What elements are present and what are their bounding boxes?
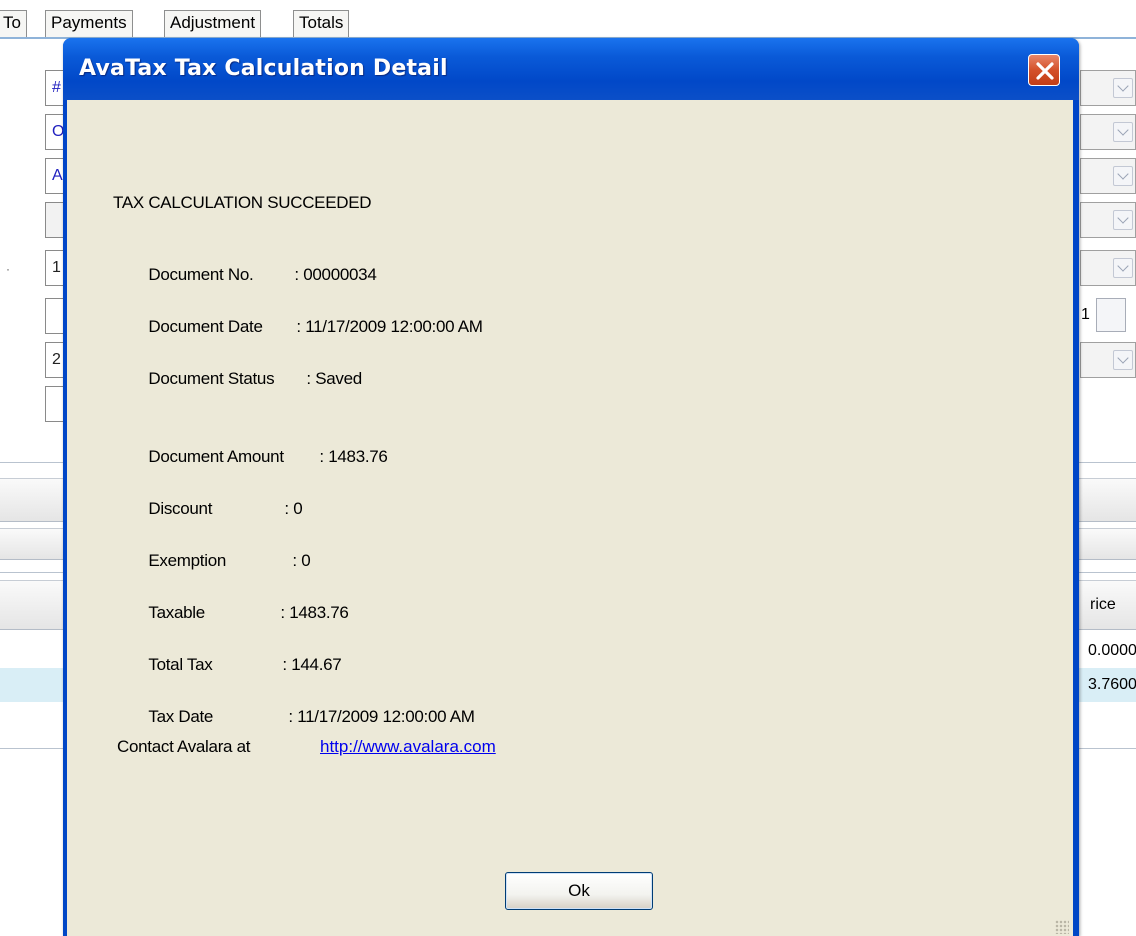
spin-up-down-icon[interactable] <box>1096 298 1126 332</box>
bg-grid-column-price[interactable]: rice <box>1090 596 1116 614</box>
field-label: Document No. <box>148 265 254 284</box>
tab-payments[interactable]: Payments <box>45 10 133 38</box>
chevron-down-icon[interactable] <box>1113 210 1133 230</box>
dialog-title-bar[interactable]: AvaTax Tax Calculation Detail <box>63 38 1079 100</box>
field-taxable: Taxable : 1483.76 <box>113 583 349 643</box>
bg-dropdown-6[interactable] <box>1080 342 1136 378</box>
chevron-down-icon[interactable] <box>1113 78 1133 98</box>
chevron-down-icon[interactable] <box>1113 122 1133 142</box>
tab-adjustment[interactable]: Adjustment <box>164 10 262 38</box>
tab-ship-to[interactable]: To <box>0 10 27 38</box>
tab-totals[interactable]: Totals <box>293 10 350 38</box>
chevron-down-icon[interactable] <box>1113 350 1133 370</box>
resize-grip-icon[interactable] <box>1055 920 1069 934</box>
dialog-body: TAX CALCULATION SUCCEEDED Document No. : … <box>67 100 1073 936</box>
bg-dropdown-4[interactable] <box>1080 202 1136 238</box>
bg-field-marker: · <box>6 262 10 276</box>
bg-spin-value: 1 <box>1081 306 1090 323</box>
chevron-down-icon[interactable] <box>1113 258 1133 278</box>
field-total-tax: Total Tax : 144.67 <box>113 635 341 695</box>
field-label: Taxable <box>148 603 205 622</box>
field-document-date: Document Date : 11/17/2009 12:00:00 AM <box>113 297 483 357</box>
field-value: : 0 <box>292 551 311 570</box>
close-icon <box>1036 62 1054 80</box>
field-label: Document Date <box>148 317 263 336</box>
field-label: Document Amount <box>148 447 284 466</box>
bg-dropdown-3[interactable] <box>1080 158 1136 194</box>
tab-strip: To Payments Adjustment Totals <box>0 0 1136 38</box>
bg-grid-cell[interactable]: 3.7600 <box>1088 676 1136 694</box>
field-value: : 1483.76 <box>319 447 388 466</box>
field-label: Tax Date <box>148 707 214 726</box>
field-value: : 1483.76 <box>280 603 349 622</box>
field-value: : 11/17/2009 12:00:00 AM <box>288 707 475 726</box>
chevron-down-icon[interactable] <box>1113 166 1133 186</box>
bg-dropdown-1[interactable] <box>1080 70 1136 106</box>
field-label: Document Status <box>148 369 275 388</box>
field-document-status: Document Status : Saved <box>113 349 362 409</box>
field-document-no: Document No. : 00000034 <box>113 245 376 305</box>
field-value: : 0 <box>284 499 303 518</box>
field-value: : 144.67 <box>282 655 342 674</box>
field-value: : 11/17/2009 12:00:00 AM <box>296 317 483 336</box>
field-label: Discount <box>148 499 213 518</box>
tax-detail-dialog: AvaTax Tax Calculation Detail TAX CALCUL… <box>63 38 1079 936</box>
ok-button[interactable]: Ok <box>505 872 653 910</box>
close-button[interactable] <box>1028 54 1060 86</box>
bg-dropdown-2[interactable] <box>1080 114 1136 150</box>
status-heading: TAX CALCULATION SUCCEEDED <box>113 193 372 212</box>
bg-dropdown-5[interactable] <box>1080 250 1136 286</box>
field-discount: Discount : 0 <box>113 479 302 539</box>
bg-grid-cell[interactable]: 0.0000 <box>1088 642 1136 660</box>
field-value: : Saved <box>306 369 362 388</box>
contact-label: Contact Avalara at <box>117 737 251 756</box>
field-label: Exemption <box>148 551 227 570</box>
field-value: : 00000034 <box>294 265 377 284</box>
avalara-website-link[interactable]: http://www.avalara.com <box>320 737 496 757</box>
dialog-title: AvaTax Tax Calculation Detail <box>79 56 448 81</box>
field-label: Total Tax <box>148 655 213 674</box>
app-window: To Payments Adjustment Totals # O A · 1 … <box>0 0 1136 936</box>
field-exemption: Exemption : 0 <box>113 531 310 591</box>
field-document-amount: Document Amount : 1483.76 <box>113 427 388 487</box>
